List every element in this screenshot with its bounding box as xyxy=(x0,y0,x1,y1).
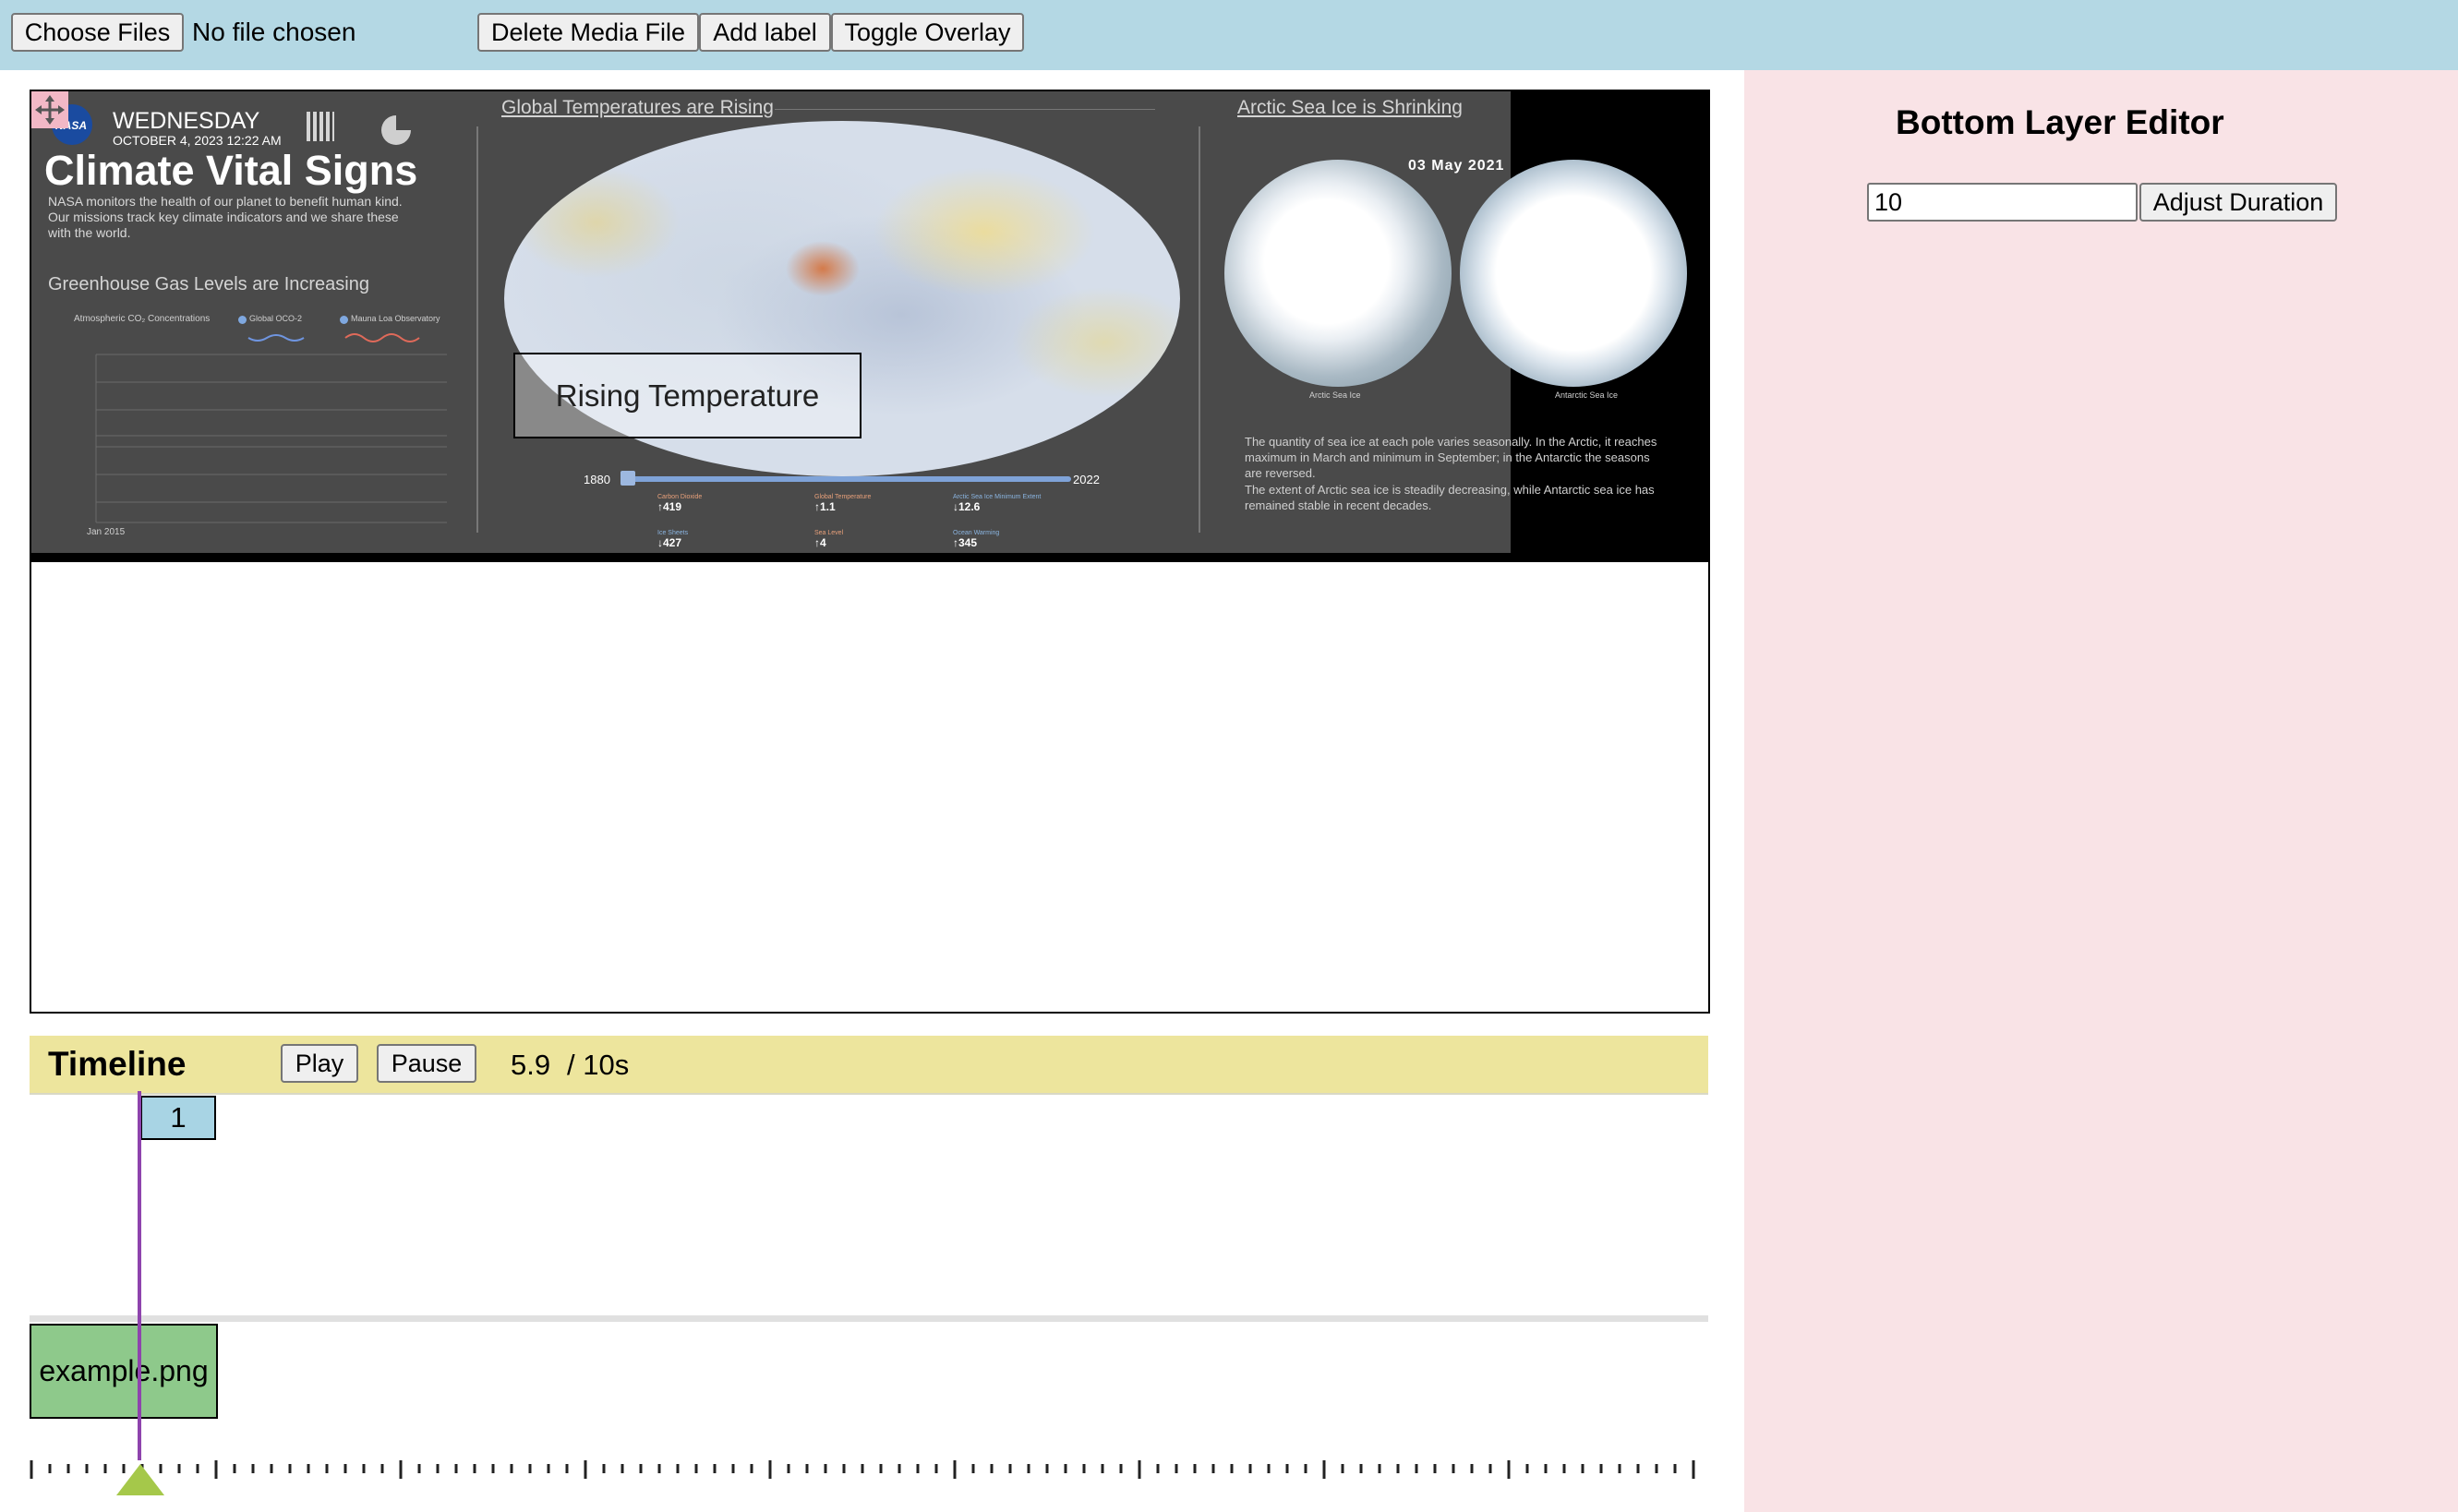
timeline-title: Timeline xyxy=(48,1045,187,1083)
poster-day: WEDNESDAY xyxy=(113,108,260,134)
heading-rule-1 xyxy=(775,109,1155,110)
co2-axis-start: Jan 2015 xyxy=(87,527,126,537)
play-button[interactable]: Play xyxy=(281,1044,358,1083)
antarctic-globe xyxy=(1460,160,1687,387)
co2-legend-dot-2 xyxy=(340,316,348,324)
playhead-marker-icon[interactable] xyxy=(116,1464,164,1495)
qr-code-icon xyxy=(307,112,334,141)
sea-ice-text-2: The extent of Arctic sea ice is steadily… xyxy=(1245,483,1655,512)
indicator-5: Sea Level ↑4 xyxy=(814,530,843,549)
indicator-name: Ocean Warming xyxy=(953,530,1000,536)
indicator-3: Arctic Sea Ice Minimum Extent ↓12.6 xyxy=(953,494,1041,513)
sea-ice-heading: Arctic Sea Ice is Shrinking xyxy=(1237,97,1463,118)
co2-legend-dot-1 xyxy=(238,316,247,324)
timeline-ruler xyxy=(30,1460,1695,1479)
choose-files-button[interactable]: Choose Files xyxy=(11,13,184,52)
indicator-4: Ice Sheets ↓427 xyxy=(657,530,688,549)
file-status-text: No file chosen xyxy=(192,18,356,46)
sea-ice-text-1: The quantity of sea ice at each pole var… xyxy=(1245,435,1657,480)
co2-chart-lower xyxy=(95,438,447,523)
bottom-layer-editor-panel: Bottom Layer Editor Adjust Duration xyxy=(1744,70,2458,1512)
indicator-name: Arctic Sea Ice Minimum Extent xyxy=(953,494,1042,500)
indicator-value: ↑345 xyxy=(953,536,978,549)
indicator-name: Ice Sheets xyxy=(657,530,689,536)
poster-date-time: OCTOBER 4, 2023 12:22 AM xyxy=(113,133,282,148)
indicator-name: Carbon Dioxide xyxy=(657,494,703,500)
indicator-1: Carbon Dioxide ↑419 xyxy=(657,494,702,513)
pause-button[interactable]: Pause xyxy=(377,1044,476,1083)
year-slider-track[interactable] xyxy=(621,476,1071,482)
playhead-line[interactable] xyxy=(138,1091,141,1460)
top-toolbar xyxy=(0,0,2458,70)
track-separator xyxy=(30,1315,1708,1322)
temperature-heading: Global Temperatures are Rising xyxy=(501,97,774,118)
slider-start-year: 1880 xyxy=(584,473,610,486)
poster-image: NASA WEDNESDAY OCTOBER 4, 2023 12:22 AM … xyxy=(31,91,1708,562)
poster-description: NASA monitors the health of our planet t… xyxy=(48,194,403,240)
arctic-label: Arctic Sea Ice xyxy=(1309,390,1361,400)
indicator-6: Ocean Warming ↑345 xyxy=(953,530,999,549)
indicator-value: ↑419 xyxy=(657,500,682,513)
antarctic-label: Antarctic Sea Ice xyxy=(1555,390,1619,400)
sea-ice-date: 03 May 2021 xyxy=(1408,158,1505,174)
poster-divider-2 xyxy=(1199,126,1200,533)
clock-pie-icon xyxy=(381,115,411,145)
toggle-overlay-button[interactable]: Toggle Overlay xyxy=(831,13,1024,52)
indicator-value: ↑4 xyxy=(814,536,826,549)
current-time: 5.9 xyxy=(511,1049,551,1081)
indicator-name: Global Temperature xyxy=(814,494,872,500)
co2-chart xyxy=(95,333,447,438)
move-handle-icon[interactable] xyxy=(31,91,68,128)
poster-divider-1 xyxy=(476,126,478,533)
co2-chart-label: Atmospheric CO₂ Concentrations xyxy=(74,314,211,324)
arctic-globe xyxy=(1224,160,1452,387)
co2-legend-1: Global OCO-2 xyxy=(249,314,303,323)
add-label-button[interactable]: Add label xyxy=(699,13,831,52)
timeline-label-track xyxy=(30,1095,1708,1316)
total-time: / 10s xyxy=(567,1049,630,1081)
indicator-value: ↓12.6 xyxy=(953,500,981,513)
adjust-duration-button[interactable]: Adjust Duration xyxy=(2139,183,2337,222)
indicator-name: Sea Level xyxy=(814,530,844,536)
media-clip[interactable]: example.png xyxy=(30,1324,218,1419)
co2-legend-2: Mauna Loa Observatory xyxy=(351,314,440,323)
label-clip[interactable]: 1 xyxy=(140,1096,216,1140)
overlay-label-box[interactable]: Rising Temperature xyxy=(513,353,862,438)
indicator-2: Global Temperature ↑1.1 xyxy=(814,494,871,513)
indicator-value: ↑1.1 xyxy=(814,500,836,513)
year-slider-thumb[interactable] xyxy=(621,471,635,486)
preview-canvas: NASA WEDNESDAY OCTOBER 4, 2023 12:22 AM … xyxy=(30,90,1710,1014)
indicator-value: ↓427 xyxy=(657,536,682,549)
greenhouse-heading: Greenhouse Gas Levels are Increasing xyxy=(48,274,369,294)
delete-media-button[interactable]: Delete Media File xyxy=(477,13,699,52)
editor-title: Bottom Layer Editor xyxy=(1896,103,2224,141)
duration-input[interactable] xyxy=(1867,183,2138,222)
timeline-header: Timeline Play Pause 5.9 / 10s xyxy=(30,1036,1708,1095)
poster-title: Climate Vital Signs xyxy=(44,147,418,194)
slider-end-year: 2022 xyxy=(1073,473,1100,486)
